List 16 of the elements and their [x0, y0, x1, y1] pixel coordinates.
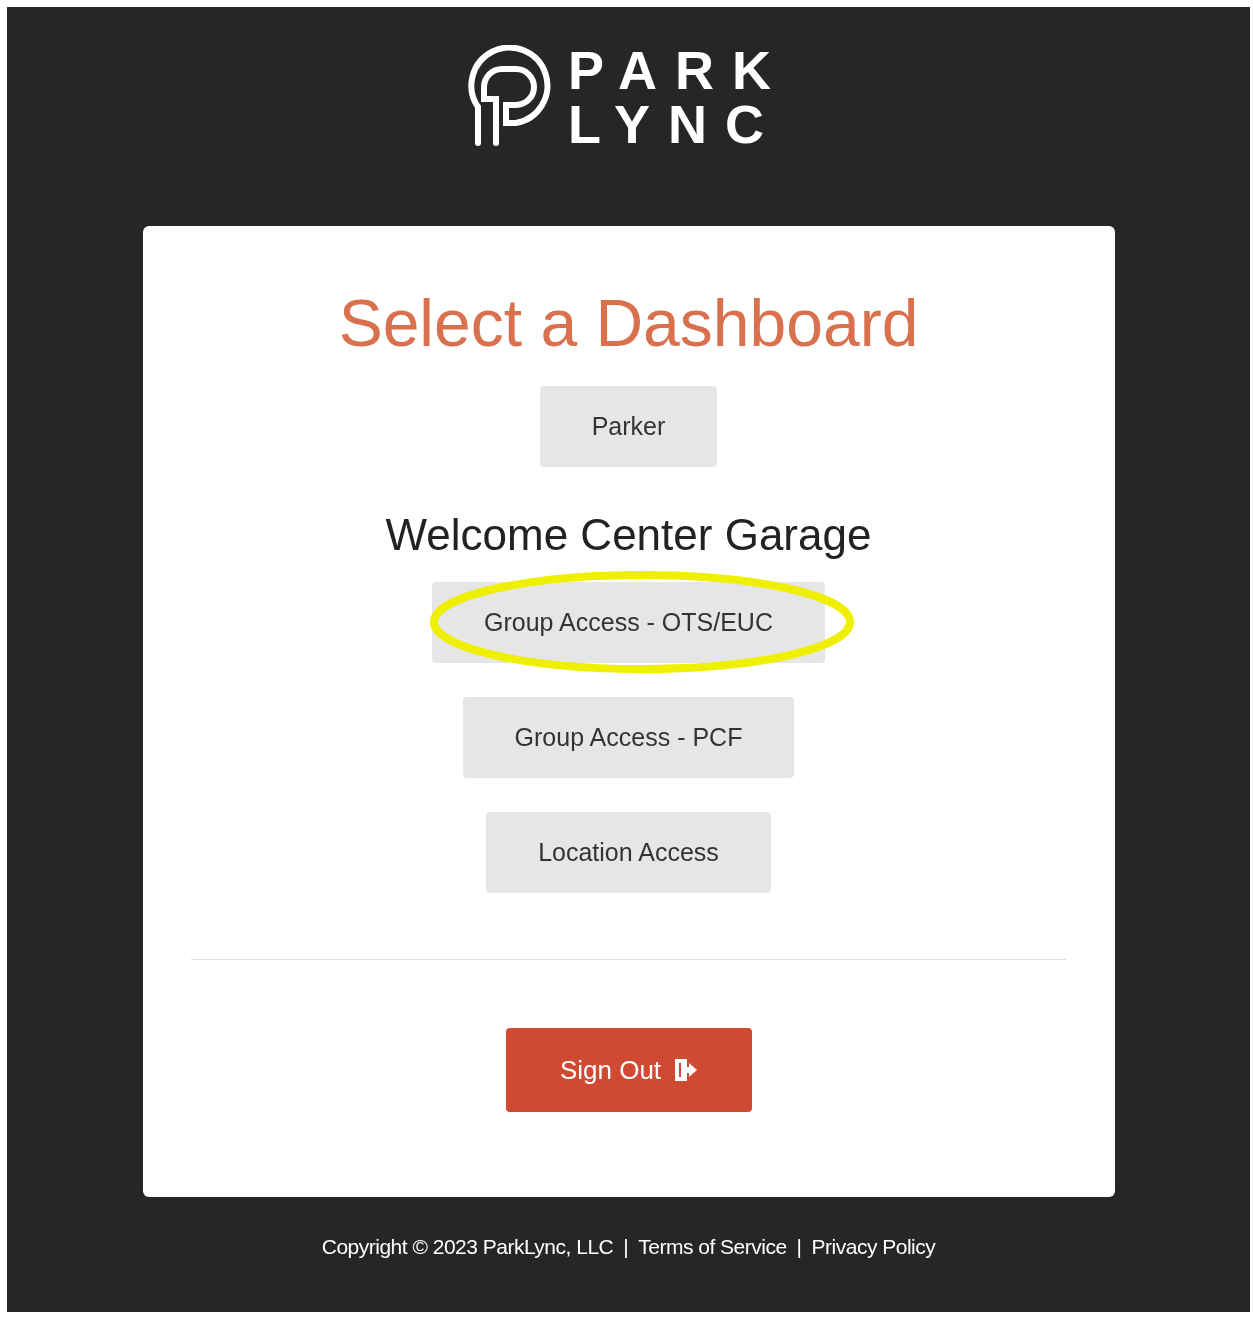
- logo-text: LYNC: [568, 97, 784, 151]
- dashboard-button[interactable]: Parker: [539, 386, 718, 467]
- section-heading: Welcome Center Garage: [385, 513, 872, 557]
- terms-link[interactable]: Terms of Service: [638, 1231, 787, 1263]
- page-title: Select a Dashboard: [338, 290, 919, 356]
- copyright-text: Copyright © 2023 ParkLync, LLC: [321, 1234, 614, 1260]
- logo-icon: [468, 45, 554, 149]
- dashboard-button[interactable]: Location Access: [486, 812, 771, 893]
- separator: |: [623, 1234, 629, 1260]
- logo-text: PARK: [568, 43, 789, 97]
- sign-out-button[interactable]: Sign Out: [505, 1028, 752, 1112]
- privacy-link[interactable]: Privacy Policy: [811, 1231, 936, 1263]
- dashboard-button[interactable]: Group Access - PCF: [462, 697, 795, 778]
- dashboard-button[interactable]: Group Access - OTS/EUC: [432, 582, 825, 663]
- exit-icon: [673, 1057, 698, 1083]
- separator: |: [796, 1234, 802, 1260]
